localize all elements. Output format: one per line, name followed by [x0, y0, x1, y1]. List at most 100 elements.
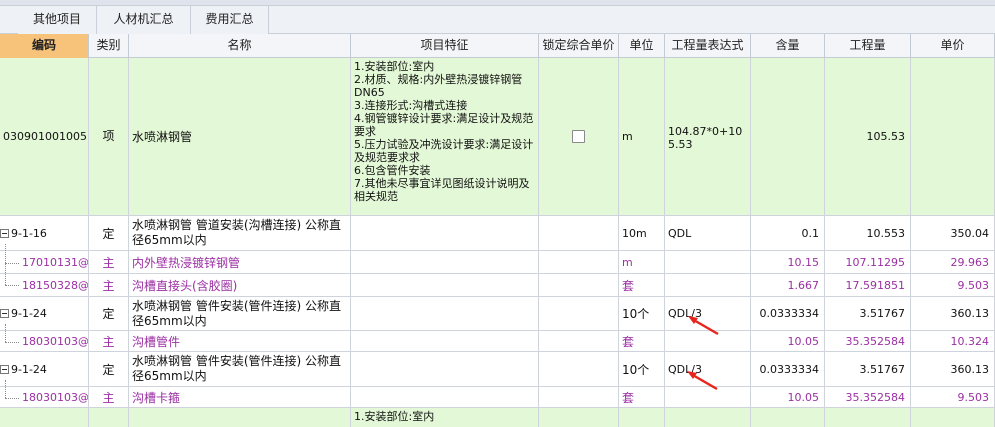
table-row[interactable]: 17010131@3 主 内外壁热浸镀锌钢管 m 10.15 107.11295…: [0, 251, 995, 274]
table-row[interactable]: 18150328@3 主 沟槽直接头(含胶圈) 套 1.667 17.59185…: [0, 274, 995, 297]
header-type[interactable]: 类别: [89, 34, 129, 58]
row-quantity: 35.352584: [825, 331, 911, 351]
row-expression[interactable]: 104.87*0+105.53: [665, 58, 751, 215]
row-type: 定: [89, 352, 129, 386]
tree-connector: [5, 380, 6, 398]
row-name[interactable]: 水喷淋钢管: [129, 58, 351, 215]
row-quantity: 10.553: [825, 216, 911, 250]
header-quantity[interactable]: 工程量: [825, 34, 911, 58]
row-type: 定: [89, 216, 129, 250]
row-feature[interactable]: 1.安装部位:室内 2.材质、规格:内外壁热浸镀锌钢管DN65 3.连接形式:沟…: [351, 58, 539, 215]
row-price: 9.503: [911, 387, 995, 407]
row-content: 0.0333334: [751, 297, 825, 330]
row-name[interactable]: [129, 408, 351, 427]
row-type: 主: [89, 274, 129, 296]
row-feature[interactable]: [351, 387, 539, 407]
collapse-icon[interactable]: [0, 309, 9, 318]
row-quantity: 105.53: [825, 58, 911, 215]
row-expression[interactable]: QDL: [665, 216, 751, 250]
header-unit-price[interactable]: 单价: [911, 34, 995, 58]
row-price: 360.13: [911, 297, 995, 330]
row-unit: m: [619, 251, 665, 273]
row-feature[interactable]: 1.安装部位:室内: [351, 408, 539, 427]
row-code-cell: 9-1-24: [0, 297, 89, 330]
row-price: 9.503: [911, 274, 995, 296]
row-unit: m: [619, 58, 665, 215]
row-name[interactable]: 沟槽卡箍: [129, 387, 351, 407]
row-name[interactable]: 水喷淋钢管 管道安装(沟槽连接) 公称直径65mm以内: [129, 216, 351, 250]
row-quantity: 17.591851: [825, 274, 911, 296]
collapse-icon[interactable]: [0, 228, 9, 238]
row-name[interactable]: 内外壁热浸镀锌钢管: [129, 251, 351, 273]
row-expression[interactable]: [665, 408, 751, 427]
header-unit[interactable]: 单位: [619, 34, 665, 58]
row-name[interactable]: 沟槽直接头(含胶圈): [129, 274, 351, 296]
row-unit: 套: [619, 331, 665, 351]
row-unit: 10个: [619, 297, 665, 330]
lock-price-cell: [539, 216, 619, 250]
grid-header: 编码 类别 名称 项目特征 锁定综合单价 单位 工程量表达式 含量 工程量 单价: [0, 34, 995, 58]
row-content: 0.0333334: [751, 352, 825, 386]
row-quantity: 107.11295: [825, 251, 911, 273]
row-code: 17010131@3: [0, 251, 89, 273]
header-code[interactable]: 编码: [0, 34, 89, 58]
annotation-arrow-icon: [688, 316, 719, 336]
row-name[interactable]: 水喷淋钢管 管件安装(管件连接) 公称直径65mm以内: [129, 297, 351, 330]
lock-price-cell: [539, 274, 619, 296]
tree-connector: [5, 263, 19, 264]
row-feature[interactable]: [351, 331, 539, 351]
row-feature[interactable]: [351, 216, 539, 250]
budget-grid: 编码 类别 名称 项目特征 锁定综合单价 单位 工程量表达式 含量 工程量 单价…: [0, 34, 995, 427]
lock-price-cell: [539, 387, 619, 407]
header-name[interactable]: 名称: [129, 34, 351, 58]
row-feature[interactable]: [351, 297, 539, 330]
tree-connector: [5, 285, 19, 286]
row-content: [751, 58, 825, 215]
header-feature[interactable]: 项目特征: [351, 34, 539, 58]
header-quantity-expression[interactable]: 工程量表达式: [665, 34, 751, 58]
row-content: 10.05: [751, 387, 825, 407]
tab-labor-material-summary[interactable]: 人材机汇总: [97, 6, 191, 34]
bottom-tab-bar: 其他项目 人材机汇总 费用汇总: [0, 0, 995, 34]
row-price: 350.04: [911, 216, 995, 250]
table-row[interactable]: 9-1-24 定 水喷淋钢管 管件安装(管件连接) 公称直径65mm以内 10个…: [0, 297, 995, 331]
row-code-cell: 9-1-16: [0, 216, 89, 250]
row-price: [911, 58, 995, 215]
row-quantity: 3.51767: [825, 297, 911, 330]
row-content: 0.1: [751, 216, 825, 250]
row-quantity: 35.352584: [825, 387, 911, 407]
table-row[interactable]: 9-1-16 定 水喷淋钢管 管道安装(沟槽连接) 公称直径65mm以内 10m…: [0, 216, 995, 251]
row-expression[interactable]: [665, 274, 751, 296]
table-row[interactable]: 18030103@3 主 沟槽管件 套 10.05 35.352584 10.3…: [0, 331, 995, 352]
row-name[interactable]: 沟槽管件: [129, 331, 351, 351]
row-unit: 套: [619, 274, 665, 296]
row-type: 主: [89, 331, 129, 351]
table-row[interactable]: 18030103@8 主 沟槽卡箍 套 10.05 35.352584 9.50…: [0, 387, 995, 408]
row-feature[interactable]: [351, 274, 539, 296]
tree-connector: [5, 324, 6, 342]
row-expression[interactable]: [665, 251, 751, 273]
row-price: [911, 408, 995, 427]
row-code: 9-1-16: [11, 226, 47, 240]
row-feature[interactable]: [351, 352, 539, 386]
row-type: [89, 408, 129, 427]
lock-price-cell: [539, 408, 619, 427]
header-lock-price[interactable]: 锁定综合单价: [539, 34, 619, 58]
lock-price-checkbox[interactable]: [572, 130, 585, 143]
table-row[interactable]: 9-1-24 定 水喷淋钢管 管件安装(管件连接) 公称直径65mm以内 10个…: [0, 352, 995, 387]
row-code: 18030103@8: [0, 387, 89, 407]
lock-price-cell: [539, 352, 619, 386]
collapse-icon[interactable]: [0, 364, 9, 374]
row-content: 10.05: [751, 331, 825, 351]
row-name[interactable]: 水喷淋钢管 管件安装(管件连接) 公称直径65mm以内: [129, 352, 351, 386]
row-unit: 10m: [619, 216, 665, 250]
row-quantity: [825, 408, 911, 427]
row-code: 9-1-24: [11, 307, 47, 320]
tab-cost-summary[interactable]: 费用汇总: [191, 6, 269, 34]
table-row[interactable]: 1.安装部位:室内: [0, 408, 995, 427]
header-content[interactable]: 含量: [751, 34, 825, 58]
row-feature[interactable]: [351, 251, 539, 273]
tab-other-items[interactable]: 其他项目: [18, 6, 97, 34]
row-type: 项: [89, 58, 129, 215]
table-row[interactable]: 030901001005 项 水喷淋钢管 1.安装部位:室内 2.材质、规格:内…: [0, 58, 995, 216]
